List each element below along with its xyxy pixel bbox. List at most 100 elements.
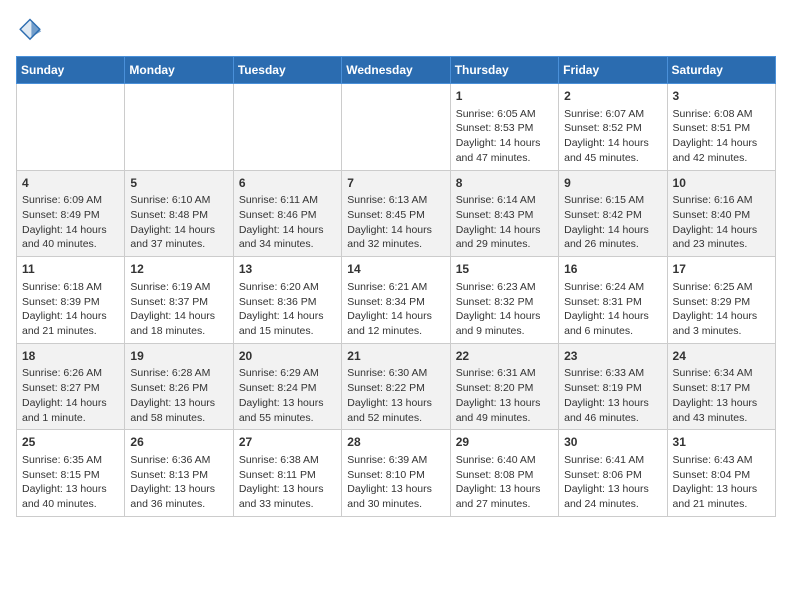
day-info: Sunset: 8:52 PM	[564, 121, 661, 136]
day-number: 31	[673, 434, 770, 451]
day-cell-7: 7Sunrise: 6:13 AMSunset: 8:45 PMDaylight…	[342, 170, 450, 257]
day-cell-29: 29Sunrise: 6:40 AMSunset: 8:08 PMDayligh…	[450, 430, 558, 517]
day-info: Sunset: 8:10 PM	[347, 468, 444, 483]
day-info: Sunrise: 6:09 AM	[22, 193, 119, 208]
day-number: 19	[130, 348, 227, 365]
day-info: Daylight: 13 hours and 46 minutes.	[564, 396, 661, 425]
day-cell-20: 20Sunrise: 6:29 AMSunset: 8:24 PMDayligh…	[233, 343, 341, 430]
day-info: Daylight: 14 hours and 12 minutes.	[347, 309, 444, 338]
day-info: Daylight: 13 hours and 49 minutes.	[456, 396, 553, 425]
day-info: Daylight: 13 hours and 33 minutes.	[239, 482, 336, 511]
day-number: 25	[22, 434, 119, 451]
day-number: 28	[347, 434, 444, 451]
day-info: Daylight: 13 hours and 58 minutes.	[130, 396, 227, 425]
day-number: 5	[130, 175, 227, 192]
day-number: 2	[564, 88, 661, 105]
day-info: Sunrise: 6:16 AM	[673, 193, 770, 208]
day-cell-18: 18Sunrise: 6:26 AMSunset: 8:27 PMDayligh…	[17, 343, 125, 430]
day-number: 11	[22, 261, 119, 278]
day-cell-22: 22Sunrise: 6:31 AMSunset: 8:20 PMDayligh…	[450, 343, 558, 430]
col-header-sunday: Sunday	[17, 57, 125, 84]
day-info: Daylight: 14 hours and 45 minutes.	[564, 136, 661, 165]
day-info: Daylight: 14 hours and 23 minutes.	[673, 223, 770, 252]
day-info: Sunset: 8:34 PM	[347, 295, 444, 310]
day-number: 29	[456, 434, 553, 451]
day-info: Sunrise: 6:19 AM	[130, 280, 227, 295]
day-info: Sunrise: 6:38 AM	[239, 453, 336, 468]
day-cell-8: 8Sunrise: 6:14 AMSunset: 8:43 PMDaylight…	[450, 170, 558, 257]
day-info: Sunrise: 6:10 AM	[130, 193, 227, 208]
day-info: Daylight: 13 hours and 43 minutes.	[673, 396, 770, 425]
day-cell-16: 16Sunrise: 6:24 AMSunset: 8:31 PMDayligh…	[559, 257, 667, 344]
day-info: Sunrise: 6:21 AM	[347, 280, 444, 295]
day-info: Sunrise: 6:18 AM	[22, 280, 119, 295]
day-info: Daylight: 14 hours and 15 minutes.	[239, 309, 336, 338]
day-info: Sunset: 8:29 PM	[673, 295, 770, 310]
day-cell-12: 12Sunrise: 6:19 AMSunset: 8:37 PMDayligh…	[125, 257, 233, 344]
day-number: 14	[347, 261, 444, 278]
day-info: Sunrise: 6:25 AM	[673, 280, 770, 295]
day-info: Sunrise: 6:36 AM	[130, 453, 227, 468]
day-info: Sunset: 8:27 PM	[22, 381, 119, 396]
day-info: Sunset: 8:22 PM	[347, 381, 444, 396]
day-cell-10: 10Sunrise: 6:16 AMSunset: 8:40 PMDayligh…	[667, 170, 775, 257]
day-info: Daylight: 13 hours and 36 minutes.	[130, 482, 227, 511]
day-number: 10	[673, 175, 770, 192]
week-row-3: 11 Sunrise: 6:18 AMSunset: 8:39 PM Dayligh…	[17, 257, 776, 344]
calendar-table: SundayMondayTuesdayWednesdayThursdayFrid…	[16, 56, 776, 517]
day-info: Sunrise: 6:15 AM	[564, 193, 661, 208]
day-info: Sunset: 8:40 PM	[673, 208, 770, 223]
col-header-saturday: Saturday	[667, 57, 775, 84]
week-row-1: 1Sunrise: 6:05 AMSunset: 8:53 PMDaylight…	[17, 84, 776, 171]
day-info: Sunset: 8:20 PM	[456, 381, 553, 396]
col-header-wednesday: Wednesday	[342, 57, 450, 84]
day-info: Sunset: 8:36 PM	[239, 295, 336, 310]
day-cell-13: 13Sunrise: 6:20 AMSunset: 8:36 PMDayligh…	[233, 257, 341, 344]
day-info: Sunset: 8:42 PM	[564, 208, 661, 223]
day-info: Sunset: 8:13 PM	[130, 468, 227, 483]
day-info: Daylight: 14 hours and 37 minutes.	[130, 223, 227, 252]
day-info: Sunset: 8:19 PM	[564, 381, 661, 396]
day-cell-21: 21Sunrise: 6:30 AMSunset: 8:22 PMDayligh…	[342, 343, 450, 430]
day-cell-19: 19Sunrise: 6:28 AMSunset: 8:26 PMDayligh…	[125, 343, 233, 430]
day-info: Sunrise: 6:39 AM	[347, 453, 444, 468]
day-cell-6: 6Sunrise: 6:11 AMSunset: 8:46 PMDaylight…	[233, 170, 341, 257]
day-info: Sunset: 8:06 PM	[564, 468, 661, 483]
day-info: Sunset: 8:17 PM	[673, 381, 770, 396]
day-cell-1: 1Sunrise: 6:05 AMSunset: 8:53 PMDaylight…	[450, 84, 558, 171]
day-info: Sunset: 8:04 PM	[673, 468, 770, 483]
day-info: Sunset: 8:39 PM	[22, 295, 119, 310]
day-info: Daylight: 14 hours and 6 minutes.	[564, 309, 661, 338]
day-cell-23: 23Sunrise: 6:33 AMSunset: 8:19 PMDayligh…	[559, 343, 667, 430]
day-info: Daylight: 14 hours and 18 minutes.	[130, 309, 227, 338]
day-info: Daylight: 14 hours and 29 minutes.	[456, 223, 553, 252]
day-number: 6	[239, 175, 336, 192]
day-info: Daylight: 14 hours and 1 minute.	[22, 396, 119, 425]
day-cell-24: 24Sunrise: 6:34 AMSunset: 8:17 PMDayligh…	[667, 343, 775, 430]
day-info: Sunset: 8:49 PM	[22, 208, 119, 223]
day-info: Sunrise: 6:41 AM	[564, 453, 661, 468]
day-number: 21	[347, 348, 444, 365]
day-info: Sunset: 8:51 PM	[673, 121, 770, 136]
day-number: 18	[22, 348, 119, 365]
day-number: 20	[239, 348, 336, 365]
day-info: Sunrise: 6:20 AM	[239, 280, 336, 295]
day-info: Sunrise: 6:35 AM	[22, 453, 119, 468]
day-info: Sunrise: 6:08 AM	[673, 107, 770, 122]
day-info: Sunrise: 6:23 AM	[456, 280, 553, 295]
day-info: Sunrise: 6:29 AM	[239, 366, 336, 381]
day-info: Sunrise: 6:30 AM	[347, 366, 444, 381]
day-info: Sunset: 8:45 PM	[347, 208, 444, 223]
day-cell-3: 3Sunrise: 6:08 AMSunset: 8:51 PMDaylight…	[667, 84, 775, 171]
col-header-monday: Monday	[125, 57, 233, 84]
logo	[16, 16, 46, 44]
day-info: Sunrise: 6:13 AM	[347, 193, 444, 208]
day-info: Sunrise: 6:33 AM	[564, 366, 661, 381]
day-info: Sunrise: 6:24 AM	[564, 280, 661, 295]
day-info: Sunset: 8:48 PM	[130, 208, 227, 223]
day-cell-2: 2Sunrise: 6:07 AMSunset: 8:52 PMDaylight…	[559, 84, 667, 171]
day-info: Daylight: 14 hours and 9 minutes.	[456, 309, 553, 338]
day-info: Sunset: 8:53 PM	[456, 121, 553, 136]
day-number: 7	[347, 175, 444, 192]
day-cell-11: 11Sunrise: 6:18 AMSunset: 8:39 PMDayligh…	[17, 257, 125, 344]
